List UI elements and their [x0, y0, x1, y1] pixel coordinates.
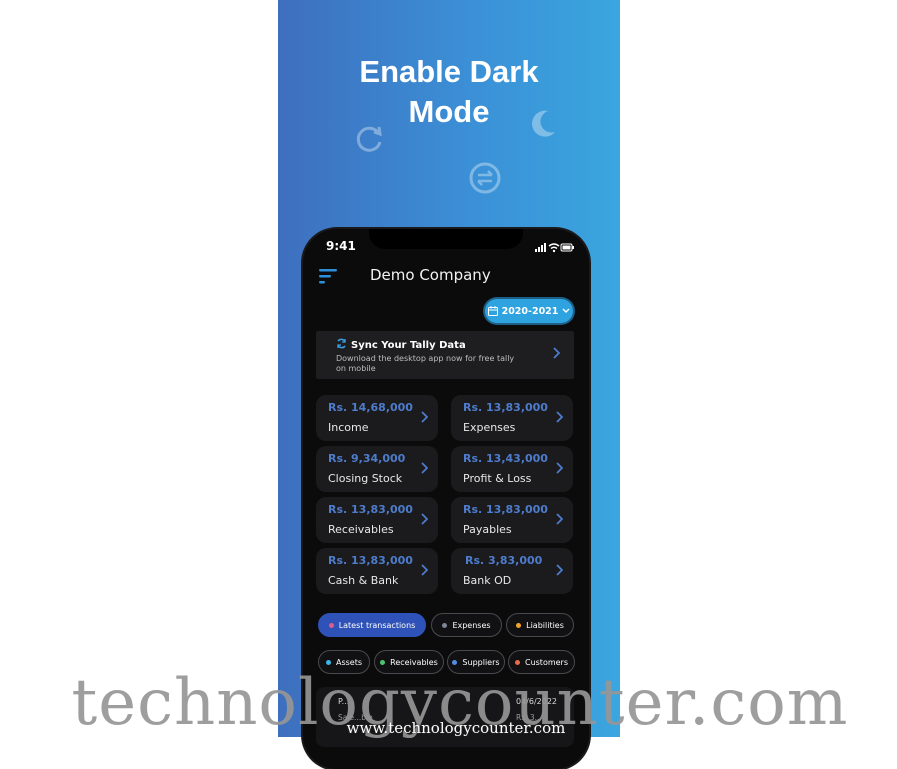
transfer-icon	[469, 162, 501, 194]
chevron-right-icon	[556, 564, 563, 576]
tile-label: Expenses	[463, 421, 516, 434]
tile-label: Cash & Bank	[328, 574, 399, 587]
tile-label: Profit & Loss	[463, 472, 532, 485]
tile-closing-stock[interactable]: Rs. 9,34,000 Closing Stock	[316, 446, 438, 492]
phone-notch	[369, 229, 523, 249]
tile-receivables[interactable]: Rs. 13,83,000 Receivables	[316, 497, 438, 543]
headline-line-1: Enable Dark	[359, 54, 539, 89]
chip-dot	[516, 622, 522, 628]
tile-amount: Rs. 13,83,000	[463, 503, 548, 516]
chip-label: Latest transactions	[338, 620, 416, 630]
chip-expenses[interactable]: Expenses	[431, 613, 502, 637]
sync-description: Download the desktop app now for free ta…	[336, 354, 515, 373]
watermark-small: www.technologycounter.com	[346, 719, 566, 737]
status-time: 9:41	[326, 239, 356, 253]
company-name: Demo Company	[370, 266, 491, 284]
chevron-right-icon	[421, 411, 428, 423]
tile-label: Payables	[463, 523, 512, 536]
tile-label: Receivables	[328, 523, 394, 536]
chip-label: Expenses	[452, 620, 491, 630]
chevron-right-icon	[556, 411, 563, 423]
refresh-icon	[356, 126, 382, 152]
sync-title: Sync Your Tally Data	[351, 340, 466, 351]
chevron-right-icon	[421, 462, 428, 474]
tile-cash-bank[interactable]: Rs. 13,83,000 Cash & Bank	[316, 548, 438, 594]
promo-headline: Enable Dark Mode	[278, 52, 620, 132]
calendar-icon	[487, 306, 498, 316]
tile-amount: Rs. 13,83,000	[328, 503, 413, 516]
chevron-right-icon	[556, 513, 563, 525]
chip-label: Liabilities	[526, 620, 564, 630]
tile-amount: Rs. 3,83,000	[465, 554, 543, 567]
chip-dot	[325, 659, 331, 665]
headline-line-2: Mode	[408, 94, 490, 129]
tile-label: Bank OD	[463, 574, 512, 587]
chip-liabilities[interactable]: Liabilities	[506, 613, 574, 637]
tile-amount: Rs. 9,34,000	[328, 452, 406, 465]
chip-dot	[442, 622, 448, 628]
tile-amount: Rs. 13,83,000	[463, 401, 548, 414]
cellular-signal-icon	[535, 243, 546, 252]
chevron-right-icon	[553, 347, 560, 359]
year-selector-button[interactable]: 2020-2021	[485, 299, 573, 323]
tile-profit-loss[interactable]: Rs. 13,43,000 Profit & Loss	[451, 446, 573, 492]
tile-label: Closing Stock	[328, 472, 403, 485]
chevron-right-icon	[421, 564, 428, 576]
year-label: 2020-2021	[501, 305, 559, 317]
chevron-right-icon	[556, 462, 563, 474]
menu-icon[interactable]	[319, 269, 339, 285]
tile-amount: Rs. 13,43,000	[463, 452, 548, 465]
tile-expenses[interactable]: Rs. 13,83,000 Expenses	[451, 395, 573, 441]
chevron-down-icon	[562, 308, 570, 313]
tile-amount: Rs. 14,68,000	[328, 401, 413, 414]
chip-dot	[452, 659, 458, 665]
status-icons	[535, 238, 575, 257]
tile-bank-od[interactable]: Rs. 3,83,000 Bank OD	[451, 548, 573, 594]
tile-income[interactable]: Rs. 14,68,000 Income	[316, 395, 438, 441]
tile-label: Income	[328, 421, 369, 434]
chip-dot	[380, 659, 386, 665]
chip-dot	[514, 659, 520, 665]
sync-icon	[337, 338, 346, 349]
tile-amount: Rs. 13,83,000	[328, 554, 413, 567]
chip-dot	[328, 622, 334, 628]
sync-tally-card[interactable]: Sync Your Tally Data Download the deskto…	[316, 331, 574, 379]
wifi-icon	[548, 243, 560, 253]
tile-payables[interactable]: Rs. 13,83,000 Payables	[451, 497, 573, 543]
moon-icon	[532, 110, 555, 137]
battery-icon	[560, 243, 574, 252]
chip-latest-transactions[interactable]: Latest transactions	[318, 613, 426, 637]
chevron-right-icon	[421, 513, 428, 525]
